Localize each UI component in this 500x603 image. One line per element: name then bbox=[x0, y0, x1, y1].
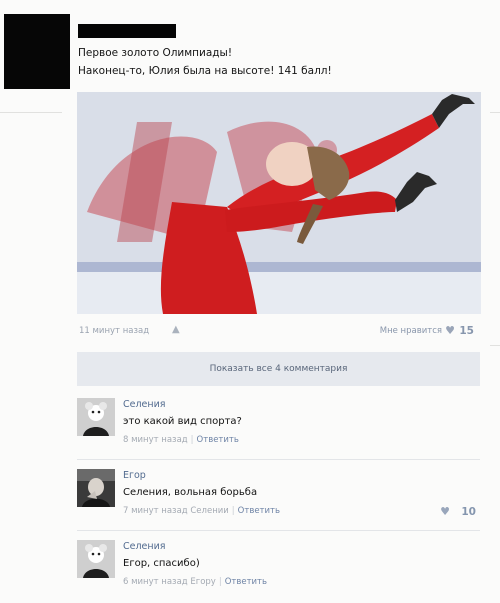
divider bbox=[77, 530, 480, 531]
separator: | bbox=[218, 577, 222, 587]
reply-link[interactable]: Ответить bbox=[197, 435, 239, 445]
divider bbox=[490, 112, 500, 113]
comment-item: Селения Егор, спасибо) 6 минут назад Его… bbox=[77, 540, 480, 592]
post-text-line: Первое золото Олимпиады! bbox=[78, 47, 233, 59]
comment-time[interactable]: 8 минут назад bbox=[123, 435, 188, 445]
post-text-line: Наконец-то, Юлия была на высоте! 141 бал… bbox=[78, 65, 332, 77]
comment-author[interactable]: Селения bbox=[123, 541, 166, 552]
post-photo[interactable] bbox=[77, 92, 481, 314]
like-label[interactable]: Мне нравится bbox=[380, 326, 442, 336]
avatar[interactable] bbox=[77, 398, 115, 436]
comment-time[interactable]: 6 минут назад Егору bbox=[123, 577, 216, 587]
post-author-avatar-redacted[interactable] bbox=[4, 14, 70, 89]
heart-icon[interactable]: ♥ bbox=[445, 324, 455, 337]
post-time[interactable]: 11 минут назад bbox=[79, 326, 149, 336]
comment-text: это какой вид спорта? bbox=[123, 416, 242, 427]
comment-text: Селения, вольная борьба bbox=[123, 487, 258, 498]
post-text: Первое золото Олимпиады! Наконец-то, Юли… bbox=[78, 44, 332, 80]
avatar[interactable] bbox=[77, 469, 115, 507]
comment-author[interactable]: Егор bbox=[123, 470, 146, 481]
avatar[interactable] bbox=[77, 540, 115, 578]
comment-item: Селения это какой вид спорта? 8 минут на… bbox=[77, 398, 480, 450]
comment-text: Егор, спасибо) bbox=[123, 558, 200, 569]
comment-meta: 8 минут назад | Ответить bbox=[123, 435, 239, 445]
post-author-name-redacted[interactable] bbox=[78, 24, 176, 38]
post-meta: 11 минут назад ▲ Мне нравится ♥ 15 bbox=[77, 324, 480, 340]
figure-skater-illustration bbox=[77, 92, 481, 314]
like-count[interactable]: 15 bbox=[459, 325, 474, 337]
like-count[interactable]: 10 bbox=[461, 506, 476, 518]
comment-item: Егор Селения, вольная борьба 7 минут наз… bbox=[77, 469, 480, 521]
comment-author[interactable]: Селения bbox=[123, 399, 166, 410]
separator: | bbox=[231, 506, 235, 516]
comment-meta: 7 минут назад Селении | Ответить bbox=[123, 506, 280, 516]
vk-post-page: Первое золото Олимпиады! Наконец-то, Юли… bbox=[0, 0, 500, 603]
comment-time[interactable]: 7 минут назад Селении bbox=[123, 506, 229, 516]
show-all-comments-button[interactable]: Показать все 4 комментария bbox=[77, 352, 480, 386]
reply-link[interactable]: Ответить bbox=[225, 577, 267, 587]
comment-meta: 6 минут назад Егору | Ответить bbox=[123, 577, 267, 587]
android-icon: ▲ bbox=[172, 324, 180, 335]
separator: | bbox=[190, 435, 194, 445]
divider bbox=[490, 345, 500, 346]
divider bbox=[77, 459, 480, 460]
reply-link[interactable]: Ответить bbox=[238, 506, 280, 516]
divider bbox=[0, 112, 62, 113]
heart-icon[interactable]: ♥ bbox=[440, 505, 450, 518]
